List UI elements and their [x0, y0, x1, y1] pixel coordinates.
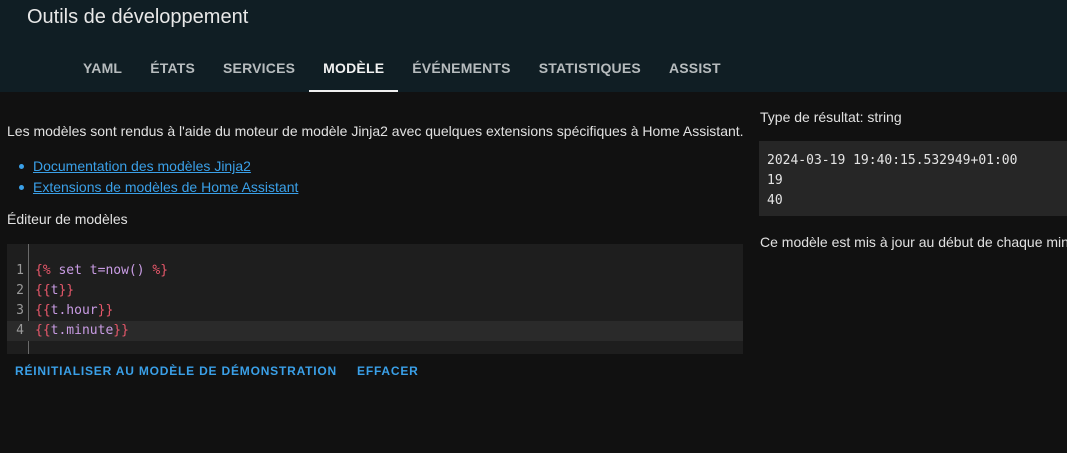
template-delimiter: %} — [152, 263, 169, 278]
result-output: 2024-03-19 19:40:15.532949+01:00 19 40 — [759, 141, 1067, 216]
editor-actions: RÉINITIALISER AU MODÈLE DE DÉMONSTRATION… — [7, 361, 431, 381]
page-title: Outils de développement — [27, 6, 249, 28]
template-delimiter: }} — [113, 323, 129, 338]
docs-links: Documentation des modèles Jinja2 Extensi… — [18, 156, 298, 198]
list-item: Extensions de modèles de Home Assistant — [18, 177, 298, 197]
code-line-active[interactable]: 4 {{t.minute}} — [7, 321, 743, 341]
template-delimiter: {{ — [35, 283, 51, 298]
editor-label: Éditeur de modèles — [7, 211, 128, 227]
line-number: 3 — [16, 303, 24, 318]
list-item: Documentation des modèles Jinja2 — [18, 156, 298, 176]
code-line[interactable]: 2 {{t}} — [7, 281, 743, 301]
line-number: 4 — [16, 323, 24, 338]
app-header: Outils de développement YAML ÉTATS SERVI… — [0, 0, 1067, 92]
tab-events[interactable]: ÉVÉNEMENTS — [398, 43, 524, 92]
tab-states[interactable]: ÉTATS — [136, 43, 209, 92]
code-text[interactable]: {{t.minute}} — [35, 321, 129, 341]
template-editor[interactable]: 1 {% set t=now() %} 2 {{t}} 3 {{t.hour}}… — [7, 244, 743, 354]
line-number: 2 — [16, 283, 24, 298]
code-text[interactable]: {% set t=now() %} — [35, 261, 168, 281]
template-expression: set t=now() — [50, 263, 153, 278]
line-number: 1 — [16, 263, 24, 278]
template-delimiter: {{ — [35, 323, 51, 338]
update-note: Ce modèle est mis à jour au début de cha… — [760, 234, 1067, 250]
template-expression: t.hour — [50, 303, 98, 318]
tab-assist[interactable]: ASSIST — [655, 43, 735, 92]
tab-template[interactable]: MODÈLE — [309, 43, 399, 92]
tab-yaml[interactable]: YAML — [69, 43, 136, 92]
template-expression: t.minute — [50, 323, 114, 338]
code-line[interactable]: 1 {% set t=now() %} — [7, 261, 743, 281]
code-text[interactable]: {{t.hour}} — [35, 301, 113, 321]
tab-statistics[interactable]: STATISTIQUES — [525, 43, 655, 92]
tab-services[interactable]: SERVICES — [209, 43, 309, 92]
result-type-label: Type de résultat: string — [760, 109, 902, 125]
jinja2-docs-link[interactable]: Documentation des modèles Jinja2 — [33, 158, 251, 174]
template-description: Les modèles sont rendus à l'aide du mote… — [7, 123, 744, 139]
code-area[interactable]: 1 {% set t=now() %} 2 {{t}} 3 {{t.hour}}… — [7, 261, 743, 341]
template-delimiter: {{ — [35, 303, 51, 318]
tab-bar: YAML ÉTATS SERVICES MODÈLE ÉVÉNEMENTS ST… — [69, 43, 735, 92]
code-text[interactable]: {{t}} — [35, 281, 74, 301]
template-delimiter: {% — [35, 263, 51, 278]
template-delimiter: }} — [58, 283, 75, 298]
template-delimiter: }} — [97, 303, 114, 318]
clear-button[interactable]: EFFACER — [349, 361, 427, 381]
ha-extensions-link[interactable]: Extensions de modèles de Home Assistant — [33, 179, 298, 195]
reset-demo-template-button[interactable]: RÉINITIALISER AU MODÈLE DE DÉMONSTRATION — [7, 361, 345, 381]
code-line[interactable]: 3 {{t.hour}} — [7, 301, 743, 321]
